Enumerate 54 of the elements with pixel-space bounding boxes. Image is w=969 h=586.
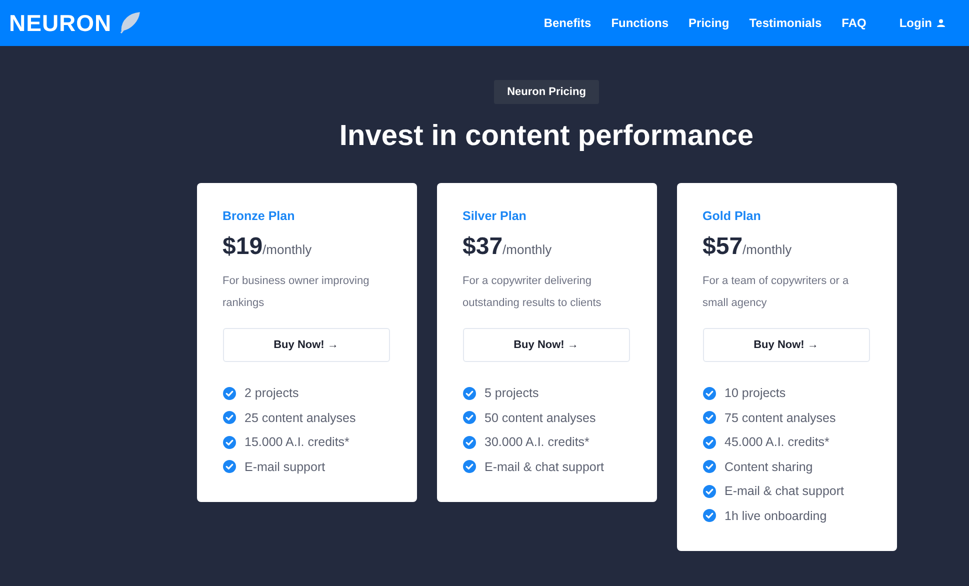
feature-text: 45.000 A.I. credits* [724,435,830,449]
feature-text: 25 content analyses [244,410,356,424]
check-circle-icon [462,386,476,400]
billing-period: /monthly [742,242,792,257]
nav-link[interactable]: Functions [611,16,669,30]
plan-name: Silver Plan [462,209,528,223]
check-circle-icon [222,460,236,473]
feature-text: Content sharing [724,460,813,474]
plan-name: Gold Plan [702,209,762,223]
check-circle-icon [222,386,236,400]
login-link[interactable]: Login [899,16,945,30]
check-circle-icon [462,411,476,424]
feature-text: 30.000 A.I. credits* [484,435,590,449]
feature-text: 1h live onboarding [724,508,827,522]
check-circle-icon [702,411,716,424]
buy-now-button[interactable]: Buy Now! → [222,328,390,362]
nav-link[interactable]: Testimonials [749,16,822,30]
billing-period: /monthly [502,242,552,257]
user-icon [937,19,945,27]
check-circle-icon [222,436,236,448]
feature-text: 50 content analyses [484,410,596,424]
feature-text: 2 projects [244,386,299,400]
feature-text: E-mail support [244,460,326,474]
nav-link[interactable]: FAQ [842,16,866,30]
nav-link[interactable]: Pricing [688,16,730,30]
feature-text: E-mail & chat support [724,484,844,498]
check-circle-icon [702,484,716,498]
billing-period: /monthly [262,242,312,257]
check-circle-icon [702,460,716,473]
feather-icon [118,12,140,34]
feature-text: E-mail & chat support [484,460,604,474]
check-circle-icon [222,411,236,424]
check-circle-icon [462,460,476,473]
feature-text: 75 content analyses [724,410,836,424]
logo-text: NEURON [9,10,112,36]
plan-description: For a team of copywriters or a small agency [702,274,850,311]
feature-text: 5 projects [484,386,539,400]
check-circle-icon [462,436,476,448]
feature-text: 10 projects [724,386,786,400]
check-circle-icon [702,436,716,448]
check-circle-icon [702,509,716,522]
nav-link[interactable]: Benefits [544,16,592,30]
section-heading: Invest in content performance [339,120,754,153]
plan-name: Bronze Plan [222,209,296,223]
plan-price: $19 [222,233,263,261]
buy-now-button[interactable]: Buy Now! → [702,328,870,362]
plan-price: $37 [462,233,503,261]
section-badge: Neuron Pricing [494,80,599,104]
plan-description: For business owner improving rankings [222,274,370,311]
plan-description: For a copywriter delivering outstanding results to clients [462,274,602,311]
check-circle-icon [702,386,716,400]
buy-now-button[interactable]: Buy Now! → [462,328,630,362]
feature-text: 15.000 A.I. credits* [244,435,350,449]
plan-price: $57 [702,233,743,261]
